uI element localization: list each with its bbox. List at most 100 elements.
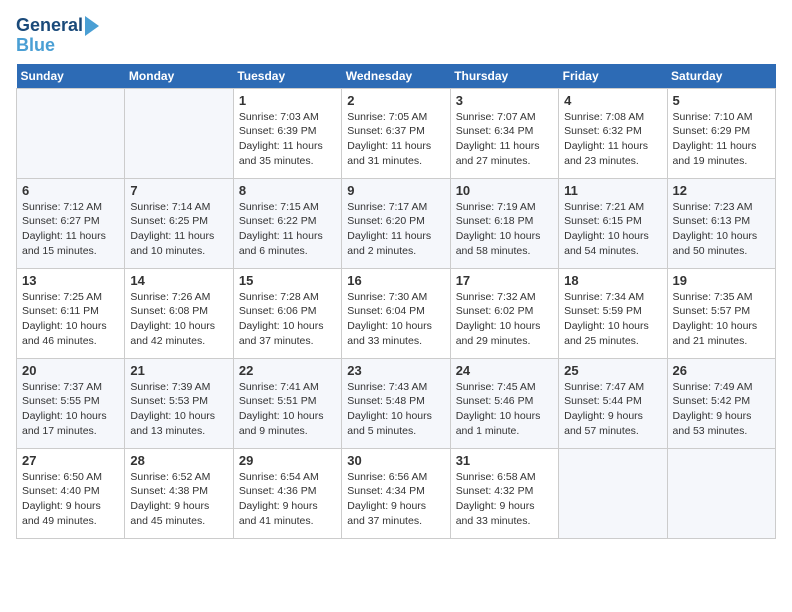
calendar-cell: 29 Sunrise: 6:54 AMSunset: 4:36 PMDayligh… [233,448,341,538]
day-number: 24 [456,363,553,378]
day-detail: Sunrise: 7:10 AMSunset: 6:29 PMDaylight:… [673,110,770,169]
col-header-saturday: Saturday [667,64,775,89]
calendar-cell: 16 Sunrise: 7:30 AMSunset: 6:04 PMDayligh… [342,268,450,358]
day-detail: Sunrise: 7:41 AMSunset: 5:51 PMDaylight:… [239,380,336,439]
day-number: 13 [22,273,119,288]
day-number: 25 [564,363,661,378]
day-detail: Sunrise: 6:50 AMSunset: 4:40 PMDaylight:… [22,470,119,529]
day-number: 10 [456,183,553,198]
calendar-cell: 19 Sunrise: 7:35 AMSunset: 5:57 PMDayligh… [667,268,775,358]
day-detail: Sunrise: 7:03 AMSunset: 6:39 PMDaylight:… [239,110,336,169]
day-headers-row: SundayMondayTuesdayWednesdayThursdayFrid… [17,64,776,89]
day-number: 14 [130,273,227,288]
calendar-cell: 26 Sunrise: 7:49 AMSunset: 5:42 PMDayligh… [667,358,775,448]
day-number: 31 [456,453,553,468]
calendar-cell: 18 Sunrise: 7:34 AMSunset: 5:59 PMDayligh… [559,268,667,358]
col-header-monday: Monday [125,64,233,89]
day-detail: Sunrise: 7:08 AMSunset: 6:32 PMDaylight:… [564,110,661,169]
day-detail: Sunrise: 6:52 AMSunset: 4:38 PMDaylight:… [130,470,227,529]
day-detail: Sunrise: 7:39 AMSunset: 5:53 PMDaylight:… [130,380,227,439]
day-number: 9 [347,183,444,198]
calendar-cell [559,448,667,538]
day-detail: Sunrise: 6:58 AMSunset: 4:32 PMDaylight:… [456,470,553,529]
day-number: 2 [347,93,444,108]
day-number: 17 [456,273,553,288]
day-detail: Sunrise: 7:21 AMSunset: 6:15 PMDaylight:… [564,200,661,259]
day-detail: Sunrise: 7:28 AMSunset: 6:06 PMDaylight:… [239,290,336,349]
day-number: 5 [673,93,770,108]
calendar-week-2: 6 Sunrise: 7:12 AMSunset: 6:27 PMDaylight… [17,178,776,268]
calendar-cell: 2 Sunrise: 7:05 AMSunset: 6:37 PMDaylight… [342,88,450,178]
day-number: 23 [347,363,444,378]
day-detail: Sunrise: 7:37 AMSunset: 5:55 PMDaylight:… [22,380,119,439]
calendar-cell: 24 Sunrise: 7:45 AMSunset: 5:46 PMDayligh… [450,358,558,448]
day-number: 19 [673,273,770,288]
calendar-cell: 30Sunrise: 6:56 AMSunset: 4:34 PMDayligh… [342,448,450,538]
day-number: 18 [564,273,661,288]
day-number: 16 [347,273,444,288]
day-detail: Sunrise: 7:12 AMSunset: 6:27 PMDaylight:… [22,200,119,259]
day-detail: Sunrise: 7:25 AMSunset: 6:11 PMDaylight:… [22,290,119,349]
calendar-cell: 17Sunrise: 7:32 AMSunset: 6:02 PMDayligh… [450,268,558,358]
calendar-cell: 7Sunrise: 7:14 AMSunset: 6:25 PMDaylight… [125,178,233,268]
day-number: 3 [456,93,553,108]
day-detail: Sunrise: 7:30 AMSunset: 6:04 PMDaylight:… [347,290,444,349]
day-number: 20 [22,363,119,378]
day-number: 11 [564,183,661,198]
day-detail: Sunrise: 6:56 AMSunset: 4:34 PMDaylight:… [347,470,444,529]
page-header: General Blue [16,16,776,56]
day-detail: Sunrise: 7:45 AMSunset: 5:46 PMDaylight:… [456,380,553,439]
day-detail: Sunrise: 7:47 AMSunset: 5:44 PMDaylight:… [564,380,661,439]
day-detail: Sunrise: 7:35 AMSunset: 5:57 PMDaylight:… [673,290,770,349]
day-detail: Sunrise: 7:05 AMSunset: 6:37 PMDaylight:… [347,110,444,169]
logo-general: General [16,16,83,36]
calendar-cell: 1Sunrise: 7:03 AMSunset: 6:39 PMDaylight… [233,88,341,178]
day-detail: Sunrise: 7:26 AMSunset: 6:08 PMDaylight:… [130,290,227,349]
calendar-cell: 31 Sunrise: 6:58 AMSunset: 4:32 PMDayligh… [450,448,558,538]
day-detail: Sunrise: 7:43 AMSunset: 5:48 PMDaylight:… [347,380,444,439]
col-header-wednesday: Wednesday [342,64,450,89]
calendar-cell: 9 Sunrise: 7:17 AMSunset: 6:20 PMDaylight… [342,178,450,268]
day-detail: Sunrise: 7:17 AMSunset: 6:20 PMDaylight:… [347,200,444,259]
day-number: 15 [239,273,336,288]
day-number: 28 [130,453,227,468]
calendar-cell: 22 Sunrise: 7:41 AMSunset: 5:51 PMDayligh… [233,358,341,448]
calendar-cell: 13 Sunrise: 7:25 AMSunset: 6:11 PMDayligh… [17,268,125,358]
calendar-cell: 10 Sunrise: 7:19 AMSunset: 6:18 PMDayligh… [450,178,558,268]
calendar-table: SundayMondayTuesdayWednesdayThursdayFrid… [16,64,776,539]
logo-blue: Blue [16,36,55,56]
calendar-cell: 6 Sunrise: 7:12 AMSunset: 6:27 PMDaylight… [17,178,125,268]
day-number: 27 [22,453,119,468]
calendar-cell: 8 Sunrise: 7:15 AMSunset: 6:22 PMDaylight… [233,178,341,268]
day-number: 12 [673,183,770,198]
day-detail: Sunrise: 7:49 AMSunset: 5:42 PMDaylight:… [673,380,770,439]
day-detail: Sunrise: 7:14 AMSunset: 6:25 PMDaylight:… [130,200,227,259]
day-detail: Sunrise: 7:19 AMSunset: 6:18 PMDaylight:… [456,200,553,259]
calendar-cell [125,88,233,178]
calendar-cell: 11 Sunrise: 7:21 AMSunset: 6:15 PMDayligh… [559,178,667,268]
calendar-cell: 23 Sunrise: 7:43 AMSunset: 5:48 PMDayligh… [342,358,450,448]
calendar-cell: 27 Sunrise: 6:50 AMSunset: 4:40 PMDayligh… [17,448,125,538]
logo-arrow-icon [85,16,99,36]
calendar-cell: 21Sunrise: 7:39 AMSunset: 5:53 PMDayligh… [125,358,233,448]
day-number: 6 [22,183,119,198]
day-detail: Sunrise: 6:54 AMSunset: 4:36 PMDaylight:… [239,470,336,529]
calendar-cell: 12Sunrise: 7:23 AMSunset: 6:13 PMDayligh… [667,178,775,268]
col-header-friday: Friday [559,64,667,89]
day-number: 29 [239,453,336,468]
calendar-cell: 4Sunrise: 7:08 AMSunset: 6:32 PMDaylight… [559,88,667,178]
day-detail: Sunrise: 7:15 AMSunset: 6:22 PMDaylight:… [239,200,336,259]
calendar-cell [17,88,125,178]
day-number: 8 [239,183,336,198]
day-number: 26 [673,363,770,378]
calendar-cell: 15 Sunrise: 7:28 AMSunset: 6:06 PMDayligh… [233,268,341,358]
calendar-cell [667,448,775,538]
day-detail: Sunrise: 7:34 AMSunset: 5:59 PMDaylight:… [564,290,661,349]
calendar-week-4: 20 Sunrise: 7:37 AMSunset: 5:55 PMDayligh… [17,358,776,448]
day-number: 22 [239,363,336,378]
logo: General Blue [16,16,99,56]
calendar-cell: 14 Sunrise: 7:26 AMSunset: 6:08 PMDayligh… [125,268,233,358]
calendar-week-3: 13 Sunrise: 7:25 AMSunset: 6:11 PMDayligh… [17,268,776,358]
calendar-cell: 20 Sunrise: 7:37 AMSunset: 5:55 PMDayligh… [17,358,125,448]
col-header-sunday: Sunday [17,64,125,89]
